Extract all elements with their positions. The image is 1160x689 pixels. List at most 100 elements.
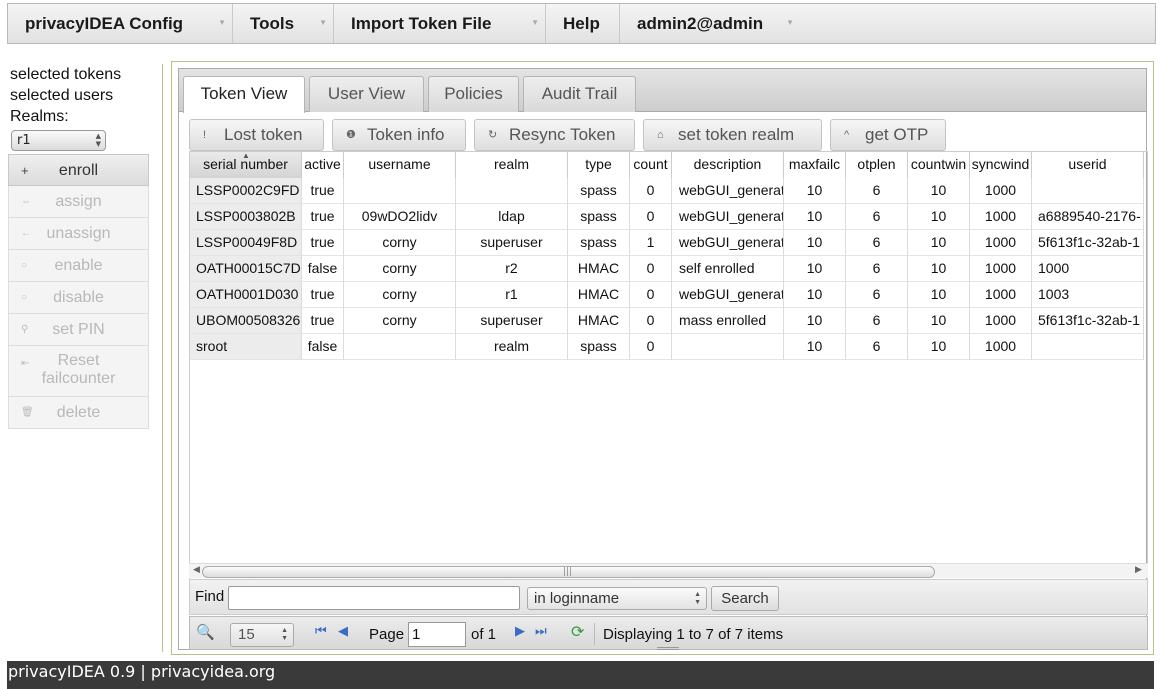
assign-button[interactable]: ⇔ assign — [8, 186, 149, 218]
cell-description: webGUI_generat — [672, 282, 784, 308]
cell-countwin: 10 — [908, 282, 970, 308]
cell-type: HMAC — [568, 282, 630, 308]
trash-icon: 🗑 — [21, 407, 34, 418]
cell-username: corny — [344, 256, 456, 282]
pager-info: Displaying 1 to 7 of 7 items — [603, 626, 784, 643]
cell-syncwin: 1000 — [970, 178, 1032, 204]
tab-user-view[interactable]: User View — [309, 76, 424, 112]
cell-userid: a6889540-2176- — [1032, 204, 1144, 230]
scrollbar-thumb[interactable]: ||| — [202, 566, 935, 578]
header-otplen[interactable]: otplen — [846, 152, 908, 178]
select-arrows-icon: ▲ ▼ — [281, 627, 288, 642]
find-input[interactable] — [228, 586, 520, 610]
header-active[interactable]: active — [302, 152, 344, 178]
last-page-icon[interactable]: ⏭ — [535, 624, 547, 639]
cell-maxfail: 10 — [784, 204, 846, 230]
cell-countwin: 10 — [908, 308, 970, 334]
cell-count: 0 — [630, 256, 672, 282]
refresh-icon[interactable]: ⟳ — [571, 622, 584, 642]
search-button[interactable]: Search — [711, 586, 779, 611]
header-countwindow[interactable]: countwin — [908, 152, 970, 178]
sort-asc-icon: ▲ — [242, 152, 250, 160]
header-realm[interactable]: realm — [456, 152, 568, 178]
cell-description: mass enrolled — [672, 308, 784, 334]
cell-active: true — [302, 282, 344, 308]
tab-token-view[interactable]: Token View — [183, 76, 305, 113]
header-serial-number[interactable]: ▲ serial number — [190, 152, 302, 178]
footer: privacyIDEA 0.9 | privacyidea.org — [7, 661, 1154, 689]
menu-help[interactable]: Help — [546, 4, 620, 43]
menu-help-label: Help — [563, 13, 600, 33]
page-number-input[interactable]: 1 — [408, 622, 466, 647]
info-icon: ❶ — [346, 129, 356, 141]
cell-username — [344, 178, 456, 204]
cell-syncwin: 1000 — [970, 256, 1032, 282]
scroll-left-icon[interactable]: ◀ — [193, 565, 200, 575]
set-token-realm-button[interactable]: ⌂ set token realm — [643, 119, 822, 151]
menu-import-token-file[interactable]: Import Token File ▼ — [334, 4, 546, 43]
first-page-icon[interactable]: ⏮ — [315, 624, 327, 639]
cell-username — [344, 334, 456, 360]
tab-audit-trail[interactable]: Audit Trail — [523, 76, 636, 112]
header-username[interactable]: username — [344, 152, 456, 178]
cell-countwin: 10 — [908, 334, 970, 360]
cell-otplen: 6 — [846, 256, 908, 282]
get-otp-button[interactable]: ^ get OTP — [830, 119, 946, 151]
enable-button[interactable]: ○ enable — [8, 250, 149, 282]
token-info-button[interactable]: ❶ Token info — [332, 119, 466, 151]
cell-description: self enrolled — [672, 256, 784, 282]
header-description[interactable]: description — [672, 152, 784, 178]
disable-button[interactable]: ○ disable — [8, 282, 149, 314]
resize-handle[interactable] — [657, 647, 679, 650]
header-userid[interactable]: userid — [1032, 152, 1144, 178]
search-field-select[interactable]: in loginname ▲ ▼ — [527, 587, 707, 610]
resync-token-button[interactable]: ↻ Resync Token — [474, 119, 635, 151]
lost-token-button[interactable]: ! Lost token — [189, 119, 324, 151]
tab-policies[interactable]: Policies — [428, 76, 519, 112]
cell-active: true — [302, 230, 344, 256]
reset-failcounter-button[interactable]: ⇤ Reset failcounter — [8, 346, 149, 397]
header-maxfailcount[interactable]: maxfailc — [784, 152, 846, 178]
menu-config-label: privacyIDEA Config — [25, 13, 184, 33]
header-syncwindow[interactable]: syncwind — [970, 152, 1032, 178]
cell-realm: ldap — [456, 204, 568, 230]
cell-realm: realm — [456, 334, 568, 360]
cell-serial: LSSP00049F8D — [190, 230, 302, 256]
realm-select-value: r1 — [17, 133, 31, 148]
get-otp-label: get OTP — [865, 125, 929, 144]
unassign-button[interactable]: ← unassign — [8, 218, 149, 250]
cell-otplen: 6 — [846, 282, 908, 308]
prev-page-icon[interactable]: ◀ — [338, 624, 348, 639]
dropdown-caret-icon: ▼ — [218, 18, 226, 27]
menu-user-account[interactable]: admin2@admin ▼ — [620, 4, 800, 43]
cell-serial: UBOM00508326 — [190, 308, 302, 334]
cell-count: 0 — [630, 204, 672, 230]
menu-tools[interactable]: Tools ▼ — [233, 4, 334, 43]
header-type[interactable]: type — [568, 152, 630, 178]
refresh-icon: ↻ — [488, 129, 498, 141]
set-pin-button[interactable]: ⚲ set PIN — [8, 314, 149, 346]
set-token-realm-label: set token realm — [678, 125, 795, 144]
cell-realm: superuser — [456, 230, 568, 256]
cell-username: corny — [344, 282, 456, 308]
select-arrows-icon: ▲ ▼ — [95, 132, 101, 148]
select-arrows-icon: ▲ ▼ — [694, 591, 701, 606]
header-count[interactable]: count — [630, 152, 672, 178]
enroll-button[interactable]: + enroll — [8, 154, 149, 186]
delete-button[interactable]: 🗑 delete — [8, 397, 149, 429]
horizontal-scrollbar[interactable]: ◀ ||| ▶ — [189, 563, 1148, 578]
cell-otplen: 6 — [846, 230, 908, 256]
cell-type: spass — [568, 178, 630, 204]
magnifier-icon[interactable]: 🔍 — [196, 623, 215, 641]
next-page-icon[interactable]: ▶ — [515, 624, 525, 639]
realm-select[interactable]: r1 ▲ ▼ — [11, 130, 106, 151]
cell-countwin: 10 — [908, 256, 970, 282]
exclamation-icon: ! — [203, 129, 207, 141]
page-size-select[interactable]: 15 ▲ ▼ — [230, 623, 294, 647]
dropdown-caret-icon: ▼ — [319, 18, 327, 27]
find-label: Find — [195, 588, 225, 605]
menu-privacyidea-config[interactable]: privacyIDEA Config ▼ — [8, 4, 233, 43]
scroll-right-icon[interactable]: ▶ — [1135, 565, 1142, 575]
radio-on-icon: ○ — [21, 260, 28, 271]
cell-syncwin: 1000 — [970, 230, 1032, 256]
